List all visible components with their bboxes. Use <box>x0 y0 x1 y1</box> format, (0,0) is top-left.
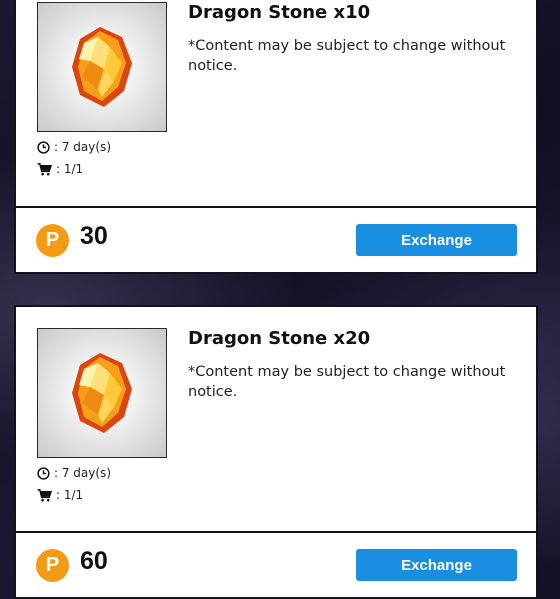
duration-row: : 7 day(s) <box>37 140 111 154</box>
limit-text: : 1/1 <box>56 162 84 176</box>
duration-row: : 7 day(s) <box>37 466 111 480</box>
shop-item-card: : 7 day(s) : 1/1 Dragon Stone x10 *Conte… <box>14 0 538 274</box>
item-info: : 7 day(s) : 1/1 Dragon Stone x20 *Conte… <box>16 307 536 517</box>
item-thumbnail <box>37 2 167 132</box>
cart-icon <box>37 488 52 501</box>
points-currency-icon: P <box>36 224 69 257</box>
clock-icon <box>37 466 50 480</box>
exchange-button[interactable]: Exchange <box>356 549 517 581</box>
item-price: 60 <box>80 547 108 575</box>
item-description: *Content may be subject to change withou… <box>188 364 506 400</box>
item-thumbnail <box>37 328 167 458</box>
item-description: *Content may be subject to change withou… <box>188 38 506 74</box>
exchange-button[interactable]: Exchange <box>356 224 517 256</box>
duration-text: : 7 day(s) <box>54 466 111 480</box>
purchase-bar: P 60 Exchange <box>16 531 536 597</box>
dragon-stone-icon <box>72 353 132 433</box>
limit-text: : 1/1 <box>56 488 84 502</box>
cart-icon <box>37 162 52 175</box>
purchase-bar: P 30 Exchange <box>16 206 536 272</box>
duration-text: : 7 day(s) <box>54 140 111 154</box>
item-price: 30 <box>80 222 108 250</box>
limit-row: : 1/1 <box>37 162 83 176</box>
item-info: : 7 day(s) : 1/1 Dragon Stone x10 *Conte… <box>16 0 536 206</box>
shop-item-card: : 7 day(s) : 1/1 Dragon Stone x20 *Conte… <box>14 305 538 599</box>
item-title: Dragon Stone x10 <box>188 2 371 23</box>
clock-icon <box>37 140 50 154</box>
points-currency-icon: P <box>36 549 69 582</box>
limit-row: : 1/1 <box>37 488 83 502</box>
dragon-stone-icon <box>72 27 132 107</box>
item-title: Dragon Stone x20 <box>188 328 371 349</box>
